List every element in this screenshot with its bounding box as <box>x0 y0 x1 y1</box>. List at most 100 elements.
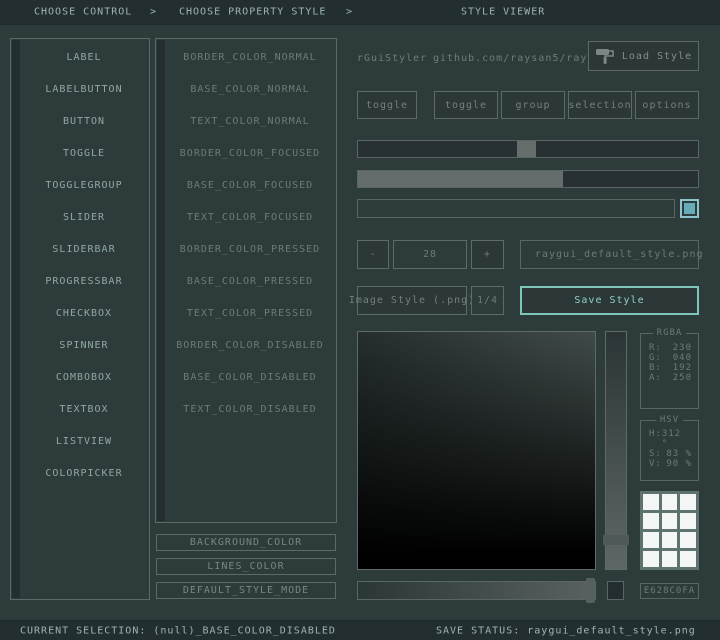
property-item[interactable]: BORDER_COLOR_DISABLED <box>165 330 335 362</box>
palette-swatch[interactable] <box>643 532 659 548</box>
properties-scrollbar[interactable] <box>157 40 165 521</box>
breadcrumb-choose-control: CHOOSE CONTROL <box>34 7 132 18</box>
control-item[interactable]: BUTTON <box>20 106 148 138</box>
chevron-right-icon: > <box>346 7 353 18</box>
spinner-increment-button[interactable]: + <box>471 240 504 269</box>
style-color-button[interactable]: BACKGROUND_COLOR <box>156 534 336 551</box>
palette-swatch[interactable] <box>662 551 678 567</box>
slider-bar[interactable] <box>357 170 699 188</box>
hex-color-input[interactable]: E628C0FA <box>640 583 699 599</box>
breadcrumb-choose-property-style: CHOOSE PROPERTY STYLE <box>179 7 326 18</box>
image-style-button[interactable]: Image Style (.png) <box>357 286 467 315</box>
alpha-slider-handle[interactable] <box>586 578 595 603</box>
control-item[interactable]: SPINNER <box>20 330 148 362</box>
rgba-title: RGBA <box>653 328 687 338</box>
toggle-group-item[interactable]: group <box>501 91 565 119</box>
palette-swatch[interactable] <box>662 532 678 548</box>
control-item[interactable]: LISTVIEW <box>20 426 148 458</box>
palette-swatch[interactable] <box>662 513 678 529</box>
slider[interactable] <box>357 140 699 158</box>
property-item[interactable]: TEXT_COLOR_FOCUSED <box>165 202 335 234</box>
text-input[interactable] <box>357 199 675 218</box>
control-item[interactable]: TOGGLE <box>20 138 148 170</box>
properties-list: BORDER_COLOR_NORMAL BASE_COLOR_NORMAL TE… <box>165 42 335 426</box>
property-item[interactable]: TEXT_COLOR_NORMAL <box>165 106 335 138</box>
control-item[interactable]: PROGRESSBAR <box>20 266 148 298</box>
hsv-row-value: 83 % <box>666 449 692 459</box>
properties-listbox: BORDER_COLOR_NORMAL BASE_COLOR_NORMAL TE… <box>155 38 337 523</box>
rgba-row: A: 250 <box>641 373 698 383</box>
hsv-row-label: S: <box>649 449 662 459</box>
rgba-row-label: A: <box>649 373 662 383</box>
palette-swatch[interactable] <box>680 551 696 567</box>
property-item[interactable]: BORDER_COLOR_FOCUSED <box>165 138 335 170</box>
palette-swatch[interactable] <box>662 494 678 510</box>
palette-swatch[interactable] <box>680 513 696 529</box>
palette-swatch[interactable] <box>643 494 659 510</box>
load-style-button[interactable]: Load Style <box>588 41 699 71</box>
current-selection-status: CURRENT SELECTION: (null)_BASE_COLOR_DIS… <box>20 625 336 636</box>
hsv-row-label: H: <box>649 429 662 449</box>
control-item[interactable]: SLIDER <box>20 202 148 234</box>
save-style-button[interactable]: Save Style <box>520 286 699 315</box>
palette-swatch[interactable] <box>643 551 659 567</box>
status-bar: CURRENT SELECTION: (null)_BASE_COLOR_DIS… <box>0 620 720 640</box>
control-item[interactable]: CHECKBOX <box>20 298 148 330</box>
property-item[interactable]: BORDER_COLOR_NORMAL <box>165 42 335 74</box>
hsv-groupbox: HSV H: 312 ° S: 83 % V: 90 % <box>640 420 699 481</box>
filename-input[interactable]: raygui_default_style.png <box>520 240 699 269</box>
control-item[interactable]: TOGGLEGROUP <box>20 170 148 202</box>
property-item[interactable]: BORDER_COLOR_PRESSED <box>165 234 335 266</box>
control-item[interactable]: LABEL <box>20 42 148 74</box>
app-title: rGuiStyler <box>357 53 427 64</box>
style-color-palette <box>640 491 699 570</box>
control-item[interactable]: LABELBUTTON <box>20 74 148 106</box>
rgba-row-label: R: <box>649 343 662 353</box>
property-item[interactable]: TEXT_COLOR_PRESSED <box>165 298 335 330</box>
global-style-buttons: BACKGROUND_COLOR LINES_COLOR DEFAULT_STY… <box>156 534 336 606</box>
style-color-button[interactable]: LINES_COLOR <box>156 558 336 575</box>
property-item[interactable]: TEXT_COLOR_DISABLED <box>165 394 335 426</box>
toggle-group-item[interactable]: selection <box>568 91 632 119</box>
style-color-button[interactable]: DEFAULT_STYLE_MODE <box>156 582 336 599</box>
toggle-group-item[interactable]: options <box>635 91 699 119</box>
property-item[interactable]: BASE_COLOR_NORMAL <box>165 74 335 106</box>
hsv-rows: H: 312 ° S: 83 % V: 90 % <box>641 429 698 469</box>
spinner-value[interactable]: 28 <box>393 240 467 269</box>
property-item[interactable]: BASE_COLOR_DISABLED <box>165 362 335 394</box>
checkbox[interactable] <box>680 199 699 218</box>
paint-roller-icon <box>595 47 615 65</box>
rgba-row: B: 192 <box>641 363 698 373</box>
hsv-title: HSV <box>656 415 683 425</box>
checkbox-check <box>684 203 695 214</box>
control-item[interactable]: SLIDERBAR <box>20 234 148 266</box>
rgba-row: R: 230 <box>641 343 698 353</box>
palette-swatch[interactable] <box>680 494 696 510</box>
hsv-row-label: V: <box>649 459 662 469</box>
controls-scrollbar[interactable] <box>12 40 20 598</box>
alpha-slider[interactable] <box>357 581 596 600</box>
rgba-row: G: 040 <box>641 353 698 363</box>
control-item[interactable]: COMBOBOX <box>20 362 148 394</box>
rgba-row-value: 230 <box>673 343 692 353</box>
toggle-button[interactable]: toggle <box>357 91 417 119</box>
hsv-row: V: 90 % <box>641 459 698 469</box>
toggle-group: toggle group selection options <box>434 91 702 119</box>
chevron-right-icon: > <box>150 7 157 18</box>
repo-link[interactable]: github.com/raysan5/raygui <box>433 53 609 64</box>
control-item[interactable]: COLORPICKER <box>20 458 148 490</box>
control-item[interactable]: TEXTBOX <box>20 394 148 426</box>
property-item[interactable]: BASE_COLOR_FOCUSED <box>165 170 335 202</box>
spinner-decrement-button[interactable]: - <box>357 240 389 269</box>
color-panel[interactable] <box>357 331 596 570</box>
toggle-group-item[interactable]: toggle <box>434 91 498 119</box>
palette-swatch[interactable] <box>643 513 659 529</box>
palette-swatch[interactable] <box>680 532 696 548</box>
slider-handle[interactable] <box>517 141 536 157</box>
controls-listbox: LABEL LABELBUTTON BUTTON TOGGLE TOGGLEGR… <box>10 38 150 600</box>
rgba-row-value: 250 <box>673 373 692 383</box>
property-item[interactable]: BASE_COLOR_PRESSED <box>165 266 335 298</box>
load-style-label: Load Style <box>622 51 692 62</box>
rgba-row-label: G: <box>649 353 662 363</box>
hue-slider-handle[interactable] <box>603 535 629 545</box>
